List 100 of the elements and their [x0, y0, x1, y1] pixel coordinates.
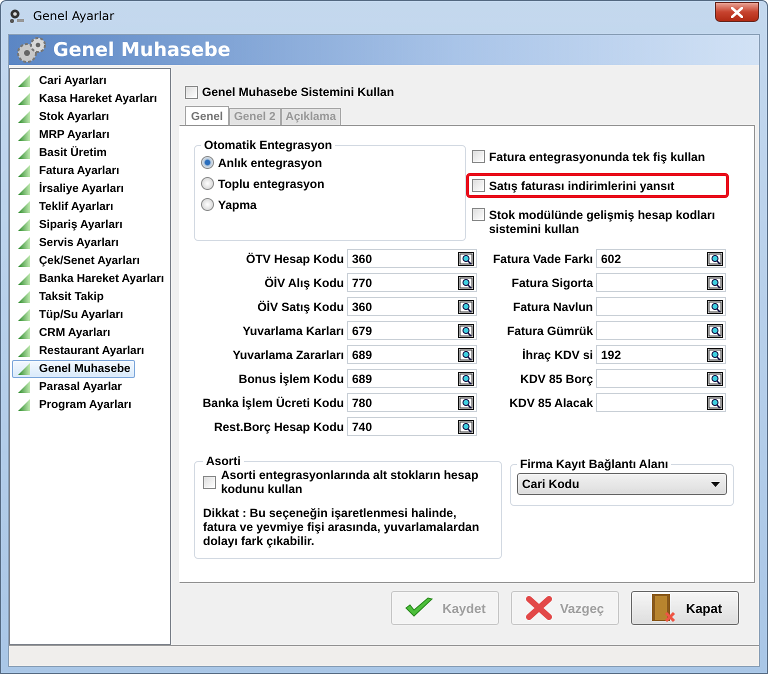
checkbox-label: Stok modülünde gelişmiş hesap kodları sistemini kullan	[489, 208, 716, 236]
gears-icon	[15, 36, 47, 64]
triangle-icon	[17, 255, 31, 267]
lookup-icon[interactable]	[458, 276, 474, 290]
input-field[interactable]: 689	[347, 345, 477, 364]
sidebar-item[interactable]: Kasa Hareket Ayarları	[12, 90, 162, 108]
triangle-icon	[17, 219, 31, 231]
gear-icon	[9, 8, 25, 24]
sidebar-item[interactable]: Teklif Ayarları	[12, 198, 118, 216]
triangle-icon	[17, 345, 31, 357]
sidebar-item[interactable]: Basit Üretim	[12, 144, 112, 162]
cross-icon	[526, 596, 552, 620]
lookup-icon[interactable]	[707, 348, 723, 362]
input-field[interactable]: 679	[347, 321, 477, 340]
input-field[interactable]	[596, 369, 726, 388]
close-button[interactable]	[715, 2, 759, 22]
sidebar-item[interactable]: İrsaliye Ayarları	[12, 180, 129, 198]
group-title: Firma Kayıt Bağlantı Alanı	[519, 457, 670, 471]
field-label: ÖTV Hesap Kodu	[244, 252, 344, 266]
lookup-icon[interactable]	[458, 252, 474, 266]
field-label: Fatura Navlun	[512, 300, 593, 314]
input-field[interactable]	[596, 273, 726, 292]
sidebar-item[interactable]: Genel Muhasebe	[12, 360, 136, 378]
radio-label: Yapma	[218, 198, 257, 212]
lookup-icon[interactable]	[458, 372, 474, 386]
triangle-icon	[17, 129, 31, 141]
radio-label: Toplu entegrasyon	[218, 176, 324, 190]
input-field[interactable]: 602	[596, 249, 726, 268]
lookup-icon[interactable]	[458, 324, 474, 338]
triangle-icon	[17, 381, 31, 393]
radio-button[interactable]	[201, 156, 214, 169]
sidebar-item[interactable]: Parasal Ayarlar	[12, 378, 127, 396]
field-label: Yuvarlama Zararları	[232, 348, 344, 362]
sidebar-item[interactable]: Stok Ayarları	[12, 108, 114, 126]
input-field[interactable]: 192	[596, 345, 726, 364]
field-label: İhraç KDV si	[521, 348, 593, 362]
triangle-icon	[17, 291, 31, 303]
warning-note: Dikkat : Bu seçeneğin işaretlenmesi halinde, fatura ve yevmiye fişi arasında, yuvarlamalardan dolayı fark çıkabilir.	[203, 506, 480, 548]
checkbox-label: Asorti entegrasyonlarında alt stokların hesap kodunu kullan	[221, 468, 480, 496]
checkbox-label: Satış faturası indirimlerini yansıt	[489, 179, 674, 193]
checkbox[interactable]	[472, 179, 485, 192]
radio-button[interactable]	[201, 177, 214, 190]
triangle-icon	[17, 183, 31, 195]
triangle-icon	[17, 273, 31, 285]
input-field[interactable]	[596, 321, 726, 340]
triangle-icon	[17, 237, 31, 249]
field-label: Rest.Borç Hesap Kodu	[212, 420, 344, 434]
checkbox[interactable]	[472, 150, 485, 163]
lookup-icon[interactable]	[458, 396, 474, 410]
checkbox[interactable]	[185, 86, 198, 98]
checkbox-label: Fatura entegrasyonunda tek fiş kullan	[489, 150, 706, 164]
checkbox[interactable]	[472, 208, 485, 221]
sidebar-item[interactable]: Banka Hareket Ayarları	[12, 270, 170, 288]
lookup-icon[interactable]	[458, 300, 474, 314]
input-field[interactable]: 360	[347, 249, 477, 268]
triangle-icon	[17, 93, 31, 105]
field-label: Yuvarlama Karları	[242, 324, 344, 338]
tab[interactable]: Genel	[185, 106, 229, 125]
triangle-icon	[17, 75, 31, 87]
input-field[interactable]	[596, 393, 726, 412]
sidebar-item[interactable]: Tüp/Su Ayarları	[12, 306, 128, 324]
triangle-icon	[17, 147, 31, 159]
radio-button[interactable]	[201, 198, 214, 211]
lookup-icon[interactable]	[707, 372, 723, 386]
lookup-icon[interactable]	[707, 396, 723, 410]
lookup-icon[interactable]	[707, 324, 723, 338]
input-field[interactable]: 360	[347, 297, 477, 316]
input-field[interactable]	[596, 297, 726, 316]
triangle-icon	[17, 399, 31, 411]
sidebar-item[interactable]: CRM Ayarları	[12, 324, 116, 342]
lookup-icon[interactable]	[458, 348, 474, 362]
sidebar-item[interactable]: Taksit Takip	[12, 288, 109, 306]
sidebar-item[interactable]: Program Ayarları	[12, 396, 136, 414]
field-label: ÖİV Alış Kodu	[263, 276, 344, 290]
radio-label: Anlık entegrasyon	[218, 156, 322, 170]
input-field[interactable]: 780	[347, 393, 477, 412]
sidebar-item[interactable]: Servis Ayarları	[12, 234, 124, 252]
input-field[interactable]: 689	[347, 369, 477, 388]
sidebar-item[interactable]: MRP Ayarları	[12, 126, 115, 144]
field-label: Fatura Sigorta	[510, 276, 593, 290]
dropdown[interactable]: Cari Kodu	[517, 473, 727, 495]
field-label: Banka İşlem Ücreti Kodu	[202, 396, 344, 410]
lookup-icon[interactable]	[458, 420, 474, 434]
lookup-icon[interactable]	[707, 300, 723, 314]
sidebar-item[interactable]: Çek/Senet Ayarları	[12, 252, 145, 270]
checkbox-label: Genel Muhasebe Sistemini Kullan	[202, 85, 394, 99]
close-button[interactable]: Kapat	[631, 591, 739, 625]
triangle-icon	[17, 201, 31, 213]
lookup-icon[interactable]	[707, 276, 723, 290]
input-field[interactable]: 770	[347, 273, 477, 292]
input-field[interactable]: 740	[347, 417, 477, 436]
close-icon	[731, 6, 743, 18]
sidebar-item[interactable]: Cari Ayarları	[12, 72, 112, 90]
sidebar-item[interactable]: Restaurant Ayarları	[12, 342, 150, 360]
checkbox[interactable]	[203, 476, 216, 488]
sidebar-item[interactable]: Sipariş Ayarları	[12, 216, 128, 234]
header-title: Genel Muhasebe	[53, 39, 230, 61]
lookup-icon[interactable]	[707, 252, 723, 266]
field-label: Fatura Gümrük	[506, 324, 593, 338]
sidebar-item[interactable]: Fatura Ayarları	[12, 162, 124, 180]
